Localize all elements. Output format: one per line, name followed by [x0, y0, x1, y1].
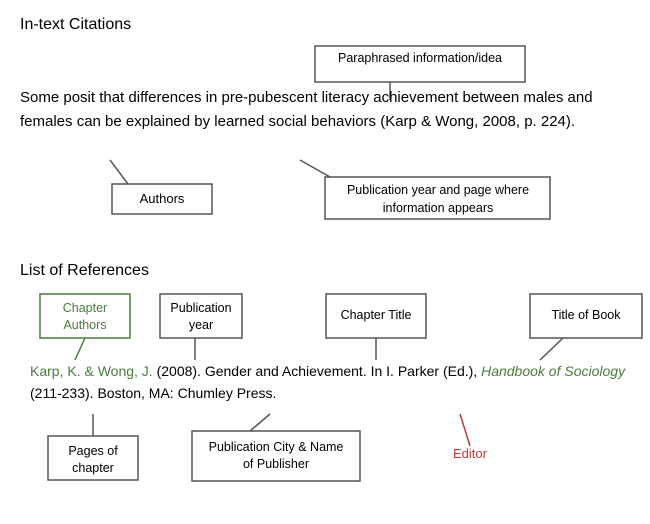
refs-section: List of References Chapter Authors Publi…	[20, 262, 630, 508]
svg-text:Pages of: Pages of	[68, 444, 118, 458]
svg-text:Title of Book: Title of Book	[551, 308, 621, 322]
svg-text:Chapter Title: Chapter Title	[341, 308, 412, 322]
svg-text:Authors: Authors	[140, 191, 185, 206]
svg-text:Chapter: Chapter	[63, 301, 107, 315]
svg-text:Publication: Publication	[170, 301, 231, 315]
svg-text:chapter: chapter	[72, 461, 114, 475]
page: In-text Citations Paraphrased informatio…	[0, 0, 650, 524]
intext-section: In-text Citations Paraphrased informatio…	[20, 16, 630, 252]
refs-section-title: List of References	[20, 262, 630, 280]
svg-text:year: year	[189, 318, 213, 332]
refs-svg: Chapter Authors Publication year Chapter…	[20, 288, 650, 508]
intext-section-title: In-text Citations	[20, 16, 630, 34]
svg-text:Paraphrased information/idea: Paraphrased information/idea	[338, 51, 502, 65]
svg-text:Publication City & Name: Publication City & Name	[209, 440, 344, 454]
svg-text:Editor: Editor	[453, 446, 488, 461]
svg-text:Publication year and page wher: Publication year and page where	[347, 183, 529, 197]
intext-svg: Paraphrased information/idea Some posit …	[20, 42, 650, 252]
svg-text:Authors: Authors	[63, 318, 106, 332]
svg-text:information appears: information appears	[383, 201, 493, 215]
svg-text:of Publisher: of Publisher	[243, 457, 309, 471]
